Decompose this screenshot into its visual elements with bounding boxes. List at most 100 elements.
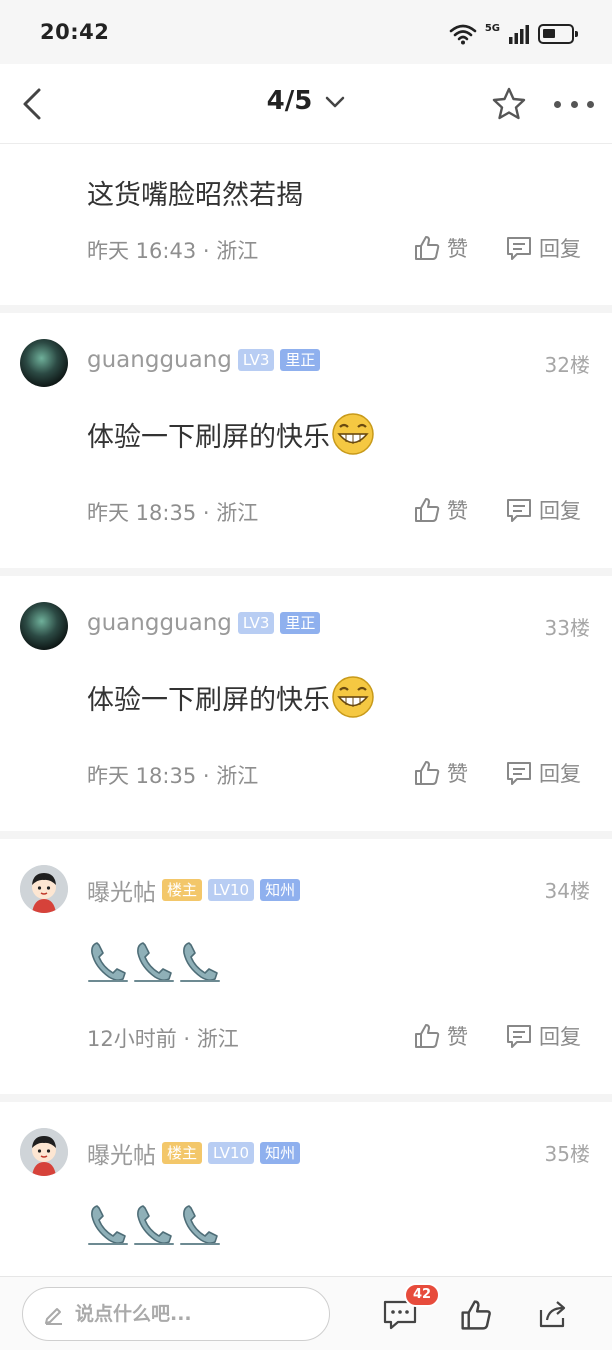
comment-meta: guangguang LV3 里正 [87, 610, 321, 636]
reply-label: 回复 [539, 237, 581, 261]
status-time: 20:42 [40, 20, 110, 44]
phone-sticker-icon [180, 942, 220, 982]
more-dot-icon [554, 100, 561, 108]
share-button[interactable] [532, 1295, 572, 1335]
reply-bubble-icon [507, 762, 531, 785]
phone-sticker-icon [134, 942, 174, 982]
username[interactable]: 曝光帖 [87, 873, 156, 907]
level-badge: LV10 [208, 1142, 255, 1164]
comment-item: guangguang LV3 里正 33楼 体验一下刷屏的快乐 昨天 18:35… [0, 576, 612, 839]
comment-time-location: 12小时前 · 浙江 [87, 1027, 239, 1051]
thumbs-up-icon [415, 761, 440, 785]
phone-sticker-icon [88, 942, 128, 982]
grin-emoji-icon [332, 413, 374, 455]
like-button[interactable]: 赞 [413, 233, 468, 263]
top-nav-bar: 4/5 [0, 64, 612, 144]
like-label: 赞 [447, 1025, 468, 1049]
cartoon-boy-avatar-icon [20, 1128, 68, 1176]
reply-label: 回复 [539, 499, 581, 523]
comment-input-box[interactable] [22, 1287, 330, 1341]
reply-bubble-icon [507, 237, 531, 260]
thumbs-up-icon [415, 1024, 440, 1048]
floor-number: 32楼 [544, 353, 590, 377]
like-post-button[interactable] [456, 1295, 496, 1335]
comment-text: 这货嘴脸昭然若揭 [87, 180, 303, 211]
floor-number: 35楼 [544, 1142, 590, 1166]
level-badge: LV10 [208, 879, 255, 901]
like-label: 赞 [447, 762, 468, 786]
like-button[interactable]: 赞 [413, 495, 468, 525]
avatar[interactable] [20, 602, 68, 650]
avatar[interactable] [20, 339, 68, 387]
more-dot-icon [587, 100, 594, 108]
more-options-button[interactable] [550, 88, 598, 120]
avatar[interactable] [20, 865, 68, 913]
comment-item: guangguang LV3 里正 32楼 体验一下刷屏的快乐 昨天 18:35… [0, 313, 612, 576]
more-dot-icon [570, 100, 578, 108]
username[interactable]: guangguang [87, 610, 232, 636]
status-icons: 5G [449, 20, 578, 48]
reply-label: 回复 [539, 1025, 581, 1049]
comment-list: 这货嘴脸昭然若揭 昨天 16:43 · 浙江 赞 回复 guangguang L… [0, 145, 612, 1275]
comment-text: 体验一下刷屏的快乐 [87, 421, 330, 453]
star-icon [492, 87, 526, 120]
thumbs-up-icon [461, 1300, 491, 1330]
title-badge: 知州 [260, 1142, 301, 1164]
avatar[interactable] [20, 1128, 68, 1176]
owner-badge: 楼主 [162, 879, 203, 901]
username[interactable]: guangguang [87, 347, 232, 373]
sticker-row [87, 1202, 223, 1248]
like-button[interactable]: 赞 [413, 758, 468, 788]
thumbs-up-icon [415, 236, 440, 260]
floor-number: 34楼 [544, 879, 590, 903]
reply-bubble-icon [507, 499, 531, 522]
comment-text: 体验一下刷屏的快乐 [87, 684, 330, 716]
level-badge: LV3 [237, 612, 275, 634]
battery-icon [538, 24, 578, 44]
phone-sticker-icon [88, 1205, 128, 1245]
reply-label: 回复 [539, 762, 581, 786]
comment-input[interactable] [75, 1303, 295, 1325]
reply-button[interactable]: 回复 [505, 1021, 581, 1051]
reply-button[interactable]: 回复 [505, 495, 581, 525]
comment-text-row: 体验一下刷屏的快乐 [87, 674, 376, 720]
title-badge: 知州 [260, 879, 301, 901]
sticker-row [87, 939, 223, 985]
reply-button[interactable]: 回复 [505, 233, 581, 263]
comment-meta: 曝光帖 楼主 LV10 知州 [87, 873, 301, 907]
comment-item: 这货嘴脸昭然若揭 昨天 16:43 · 浙江 赞 回复 [0, 145, 612, 313]
favorite-button[interactable] [489, 84, 529, 124]
reply-button[interactable]: 回复 [505, 758, 581, 788]
owner-badge: 楼主 [162, 1142, 203, 1164]
chevron-down-icon [326, 96, 345, 107]
signal-icon [509, 25, 529, 44]
comment-time-location: 昨天 16:43 · 浙江 [87, 239, 259, 263]
title-badge: 里正 [280, 612, 321, 634]
bottom-action-bar: 42 [0, 1276, 612, 1350]
title-badge: 里正 [280, 349, 321, 371]
like-button[interactable]: 赞 [413, 1021, 468, 1051]
pencil-icon [45, 1308, 62, 1325]
comment-time-location: 昨天 18:35 · 浙江 [87, 501, 259, 525]
grin-emoji-icon [332, 676, 374, 718]
comment-meta: 曝光帖 楼主 LV10 知州 [87, 1136, 301, 1170]
comment-meta: guangguang LV3 里正 [87, 347, 321, 373]
comment-time-location: 昨天 18:35 · 浙江 [87, 764, 259, 788]
status-bar: 20:42 5G [0, 0, 612, 64]
page-indicator: 4/5 [266, 86, 313, 116]
comment-text-row: 体验一下刷屏的快乐 [87, 411, 376, 457]
cartoon-boy-avatar-icon [20, 865, 68, 913]
comment-item: 曝光帖 楼主 LV10 知州 34楼 12小时前 · 浙江 赞 回复 [0, 839, 612, 1102]
thumbs-up-icon [415, 498, 440, 522]
username[interactable]: 曝光帖 [87, 1136, 156, 1170]
phone-sticker-icon [180, 1205, 220, 1245]
like-label: 赞 [447, 237, 468, 261]
comment-count-badge: 42 [404, 1283, 441, 1307]
level-badge: LV3 [237, 349, 275, 371]
like-label: 赞 [447, 499, 468, 523]
network-label: 5G [484, 22, 500, 34]
reply-bubble-icon [507, 1025, 531, 1048]
comment-item: 曝光帖 楼主 LV10 知州 35楼 [0, 1102, 612, 1275]
share-icon [539, 1301, 566, 1328]
phone-sticker-icon [134, 1205, 174, 1245]
